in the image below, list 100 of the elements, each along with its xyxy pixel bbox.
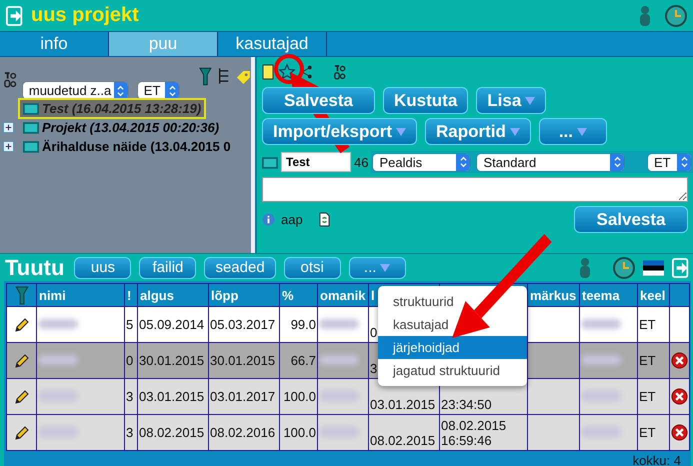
toolbar-button[interactable]: seaded (204, 256, 276, 278)
checklist-icon[interactable] (4, 71, 17, 88)
table-cell: 100.0 (283, 425, 316, 440)
dropdown-button[interactable]: Raportid (425, 118, 531, 145)
table-cell: 08.02.2015 16:59:46 (441, 418, 506, 448)
checklist-icon[interactable] (334, 64, 346, 80)
toolbar-button[interactable]: otsi (284, 256, 341, 278)
language-select[interactable]: ET (648, 154, 691, 170)
pencil-icon[interactable] (14, 352, 30, 368)
flag-icon[interactable] (643, 260, 664, 276)
table-cell: ET (639, 389, 656, 404)
highlight-circle (274, 54, 304, 84)
blurred-text (319, 319, 359, 329)
menu-item[interactable]: kasutajad (378, 313, 527, 336)
table-cell: 03.01.2015 (370, 397, 436, 412)
toolbar-button[interactable]: failid (139, 256, 196, 278)
tree-icon[interactable] (218, 67, 230, 85)
name-field[interactable]: Test (281, 152, 351, 172)
folder-icon (23, 102, 39, 115)
table-cell: 3 (126, 389, 134, 404)
note-icon[interactable] (262, 64, 274, 80)
toolbar-button[interactable]: uus (74, 256, 132, 278)
updown-arrows-icon (168, 84, 177, 96)
logout-icon[interactable] (672, 256, 690, 278)
folder-icon (23, 121, 39, 134)
table-cell: 05.03.2017 (210, 317, 276, 332)
table-cell: 08.02.2015 (139, 425, 204, 440)
sort-select[interactable]: muudetud z..a (22, 82, 128, 99)
filter-icon[interactable] (199, 67, 212, 86)
dropdown-arrow-icon (380, 264, 390, 272)
filter-icon[interactable] (14, 286, 28, 304)
star-icon[interactable] (278, 63, 296, 81)
blurred-text (581, 355, 621, 365)
author-label: aap (281, 212, 303, 227)
project-title: uus projekt (31, 4, 139, 27)
blurred-text (581, 427, 621, 437)
blurred-text (38, 427, 78, 437)
menu-item[interactable]: järjehoidjad (378, 336, 527, 359)
column-header[interactable]: l (371, 288, 375, 302)
tag-icon[interactable] (236, 70, 251, 85)
tree-item[interactable]: Projekt (13.04.2015 00:20:36) (18, 117, 224, 138)
table-cell: 30.01.2015 (139, 353, 204, 368)
folder-icon (262, 156, 278, 168)
blurred-text (319, 391, 359, 401)
blurred-text (38, 319, 78, 329)
table-cell: ET (639, 353, 656, 368)
updown-arrows-icon (116, 84, 126, 96)
table-cell: 99.0 (290, 317, 316, 332)
tree-item[interactable]: Ärihalduse näide (13.04.2015 0 (18, 136, 236, 157)
table-cell: 100.0 (283, 389, 316, 404)
count-label: 46 (354, 154, 368, 170)
clock-icon[interactable] (665, 4, 687, 26)
dropdown-button[interactable]: Import/eksport (262, 118, 418, 145)
blurred-text (319, 355, 359, 365)
tab[interactable]: puu (109, 32, 218, 56)
dropdown-button[interactable]: ... (538, 118, 607, 145)
menu-item[interactable]: struktuurid (378, 290, 527, 313)
delete-icon[interactable] (671, 424, 688, 441)
info-icon[interactable] (262, 213, 275, 226)
updown-arrows-icon (458, 156, 468, 168)
dropdown-arrow-icon (525, 96, 536, 104)
action-button[interactable]: Kustuta (383, 87, 468, 114)
table-cell: 08.02.2015 (370, 433, 436, 448)
dropdown-button[interactable]: Lisa (476, 87, 546, 114)
table-cell: 0 (370, 325, 378, 340)
language-select[interactable]: ET (138, 82, 180, 99)
text-area[interactable] (262, 177, 688, 202)
table-cell: 05.09.2014 (139, 317, 204, 332)
logout-icon[interactable] (6, 4, 24, 26)
pencil-icon[interactable] (14, 424, 30, 440)
delete-icon[interactable] (671, 352, 688, 369)
table-cell: 0 (126, 353, 134, 368)
menu-item[interactable]: jagatud struktuurid (378, 359, 527, 382)
blurred-text (38, 355, 78, 365)
dropdown-button[interactable]: ... (348, 256, 406, 278)
action-button[interactable]: Salvesta (262, 87, 375, 114)
table-cell: 3 (126, 425, 134, 440)
tree-item[interactable]: Test (16.04.2015 13:28:19) (18, 98, 206, 119)
clock-icon[interactable] (613, 256, 635, 278)
save-button[interactable]: Salvesta (574, 206, 688, 233)
refresh-document-icon[interactable] (318, 212, 330, 227)
blurred-text (319, 427, 359, 437)
pencil-icon[interactable] (14, 388, 30, 404)
table-cell: ET (639, 425, 656, 440)
table-cell: 03.01.2015 (139, 389, 204, 404)
pencil-icon[interactable] (14, 316, 30, 332)
expand-toggle[interactable] (3, 122, 14, 133)
dropdown-arrow-icon (396, 128, 406, 136)
table-cell: 08.02.2016 (210, 425, 276, 440)
table-cell: ET (639, 317, 656, 332)
delete-icon[interactable] (671, 388, 688, 405)
table-cell: 5 (126, 317, 134, 332)
style-select[interactable]: Standard (477, 154, 624, 170)
blurred-text (581, 391, 621, 401)
blurred-text (38, 391, 78, 401)
expand-toggle[interactable] (3, 141, 14, 152)
type-select[interactable]: Pealdis (373, 154, 470, 170)
blurred-text (581, 319, 621, 329)
total-count: kokku: 4 (632, 452, 681, 466)
table-cell: 30.01.2015 (210, 353, 276, 368)
